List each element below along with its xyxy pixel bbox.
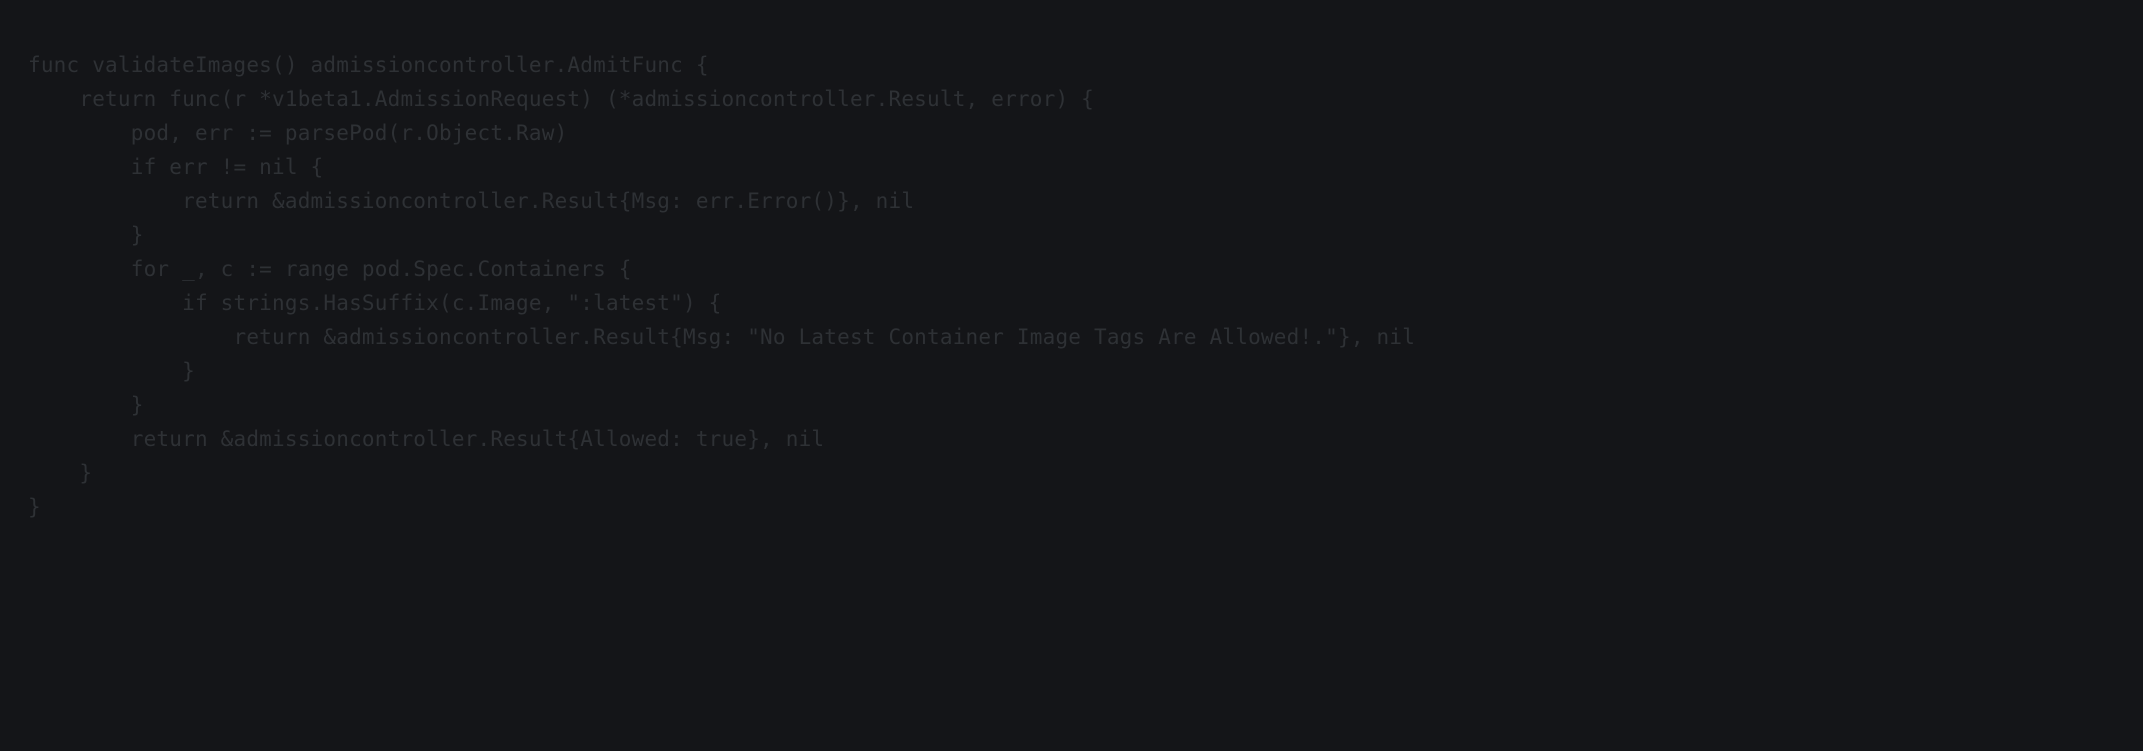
- code-line: if strings.HasSuffix(c.Image, ":latest")…: [28, 291, 722, 315]
- code-line: return func(r *v1beta1.AdmissionRequest)…: [28, 87, 1094, 111]
- code-line: }: [28, 223, 144, 247]
- code-line: if err != nil {: [28, 155, 323, 179]
- code-block: func validateImages() admissioncontrolle…: [0, 0, 2143, 572]
- code-line: return &admissioncontroller.Result{Msg: …: [28, 325, 1415, 349]
- code-line: return &admissioncontroller.Result{Msg: …: [28, 189, 914, 213]
- code-line: }: [28, 359, 195, 383]
- code-line: func validateImages() admissioncontrolle…: [28, 53, 709, 77]
- code-line: pod, err := parsePod(r.Object.Raw): [28, 121, 567, 145]
- code-line: for _, c := range pod.Spec.Containers {: [28, 257, 632, 281]
- code-line: }: [28, 495, 41, 519]
- code-line: return &admissioncontroller.Result{Allow…: [28, 427, 824, 451]
- code-line: }: [28, 461, 92, 485]
- code-line: }: [28, 393, 144, 417]
